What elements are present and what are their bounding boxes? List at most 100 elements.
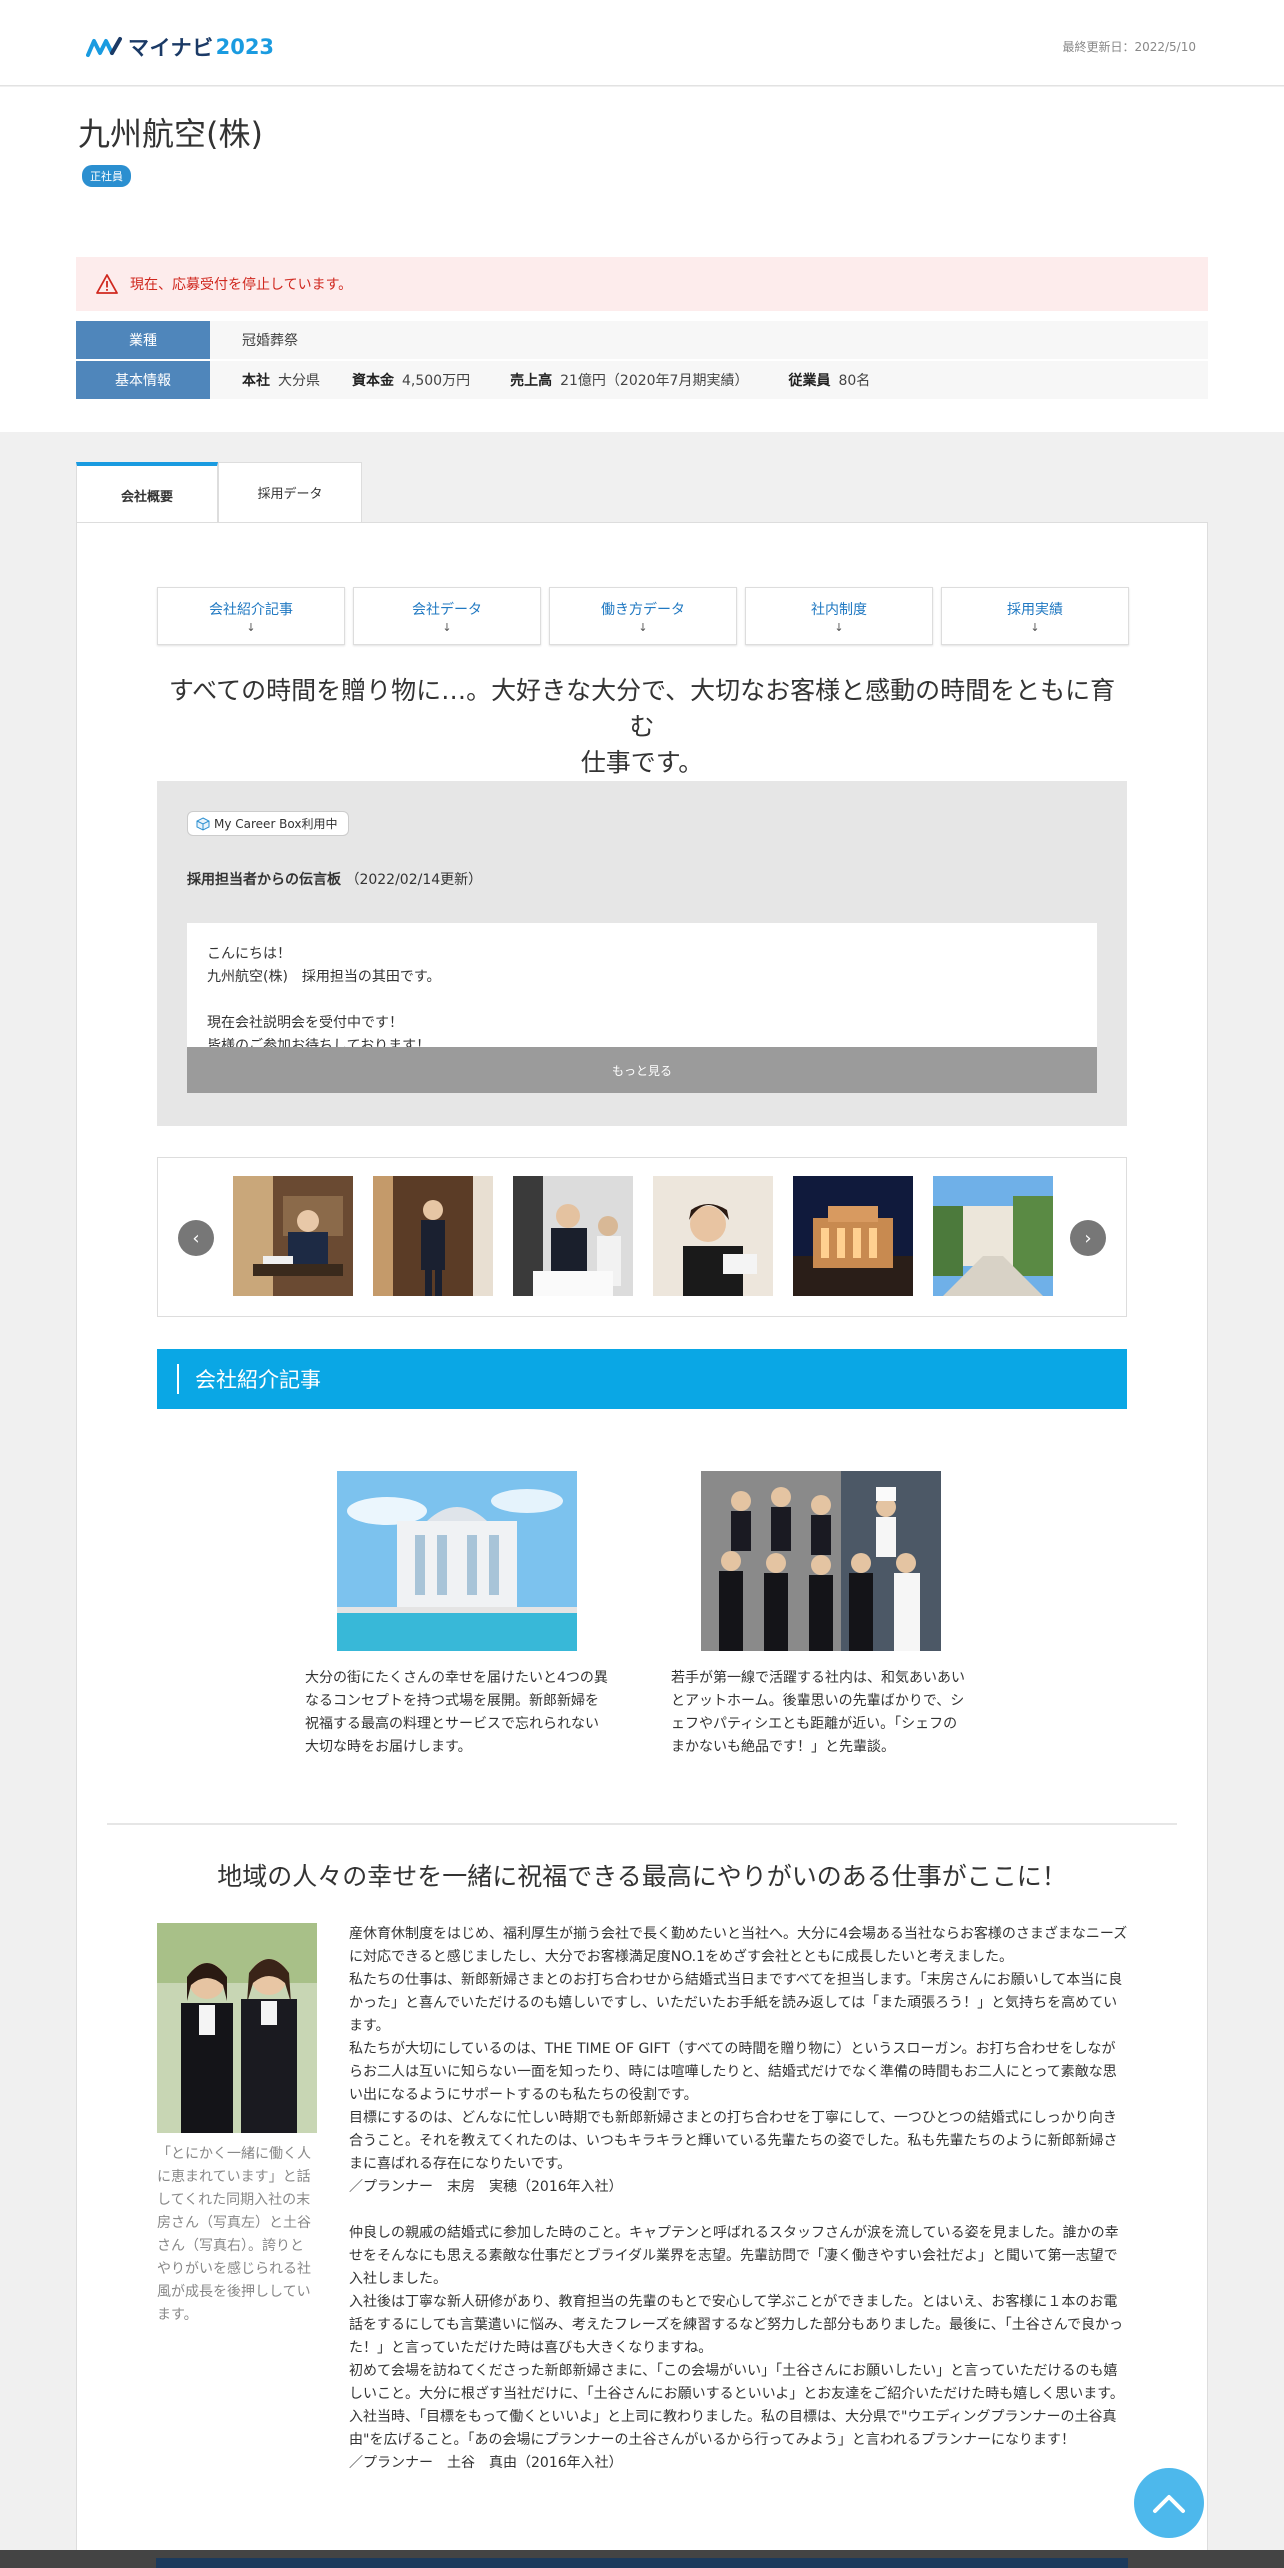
- arrow-down-icon: ↓: [1030, 620, 1040, 634]
- message-line-blank: [207, 989, 1077, 1012]
- story-paragraph: 入社後は丁寧な新人研修があり、教育担当の先輩のもとで安心して学ぶことができました…: [349, 2294, 1124, 2356]
- mynavi-logo-icon: [86, 37, 122, 57]
- warning-icon: [96, 274, 118, 294]
- story-paragraph: 私たちの仕事は、新郎新婦さまとのお打ち合わせから結婚式当日まですべてを担当します…: [349, 1972, 1123, 2034]
- footer-bar: [0, 2550, 1284, 2568]
- arrow-down-icon: ↓: [638, 620, 648, 634]
- article-image: [337, 1471, 577, 1651]
- slider-thumbnails: [233, 1176, 1073, 1296]
- last-updated: 最終更新日：2022/5/10: [1062, 40, 1196, 54]
- message-board: My Career Box利用中 採用担当者からの伝言板 （2022/02/14…: [157, 781, 1127, 1126]
- tab-company-overview[interactable]: 会社概要: [76, 462, 218, 524]
- article-card[interactable]: 大分の街にたくさんの幸せを届けたいと4つの異なるコンセプトを持つ式場を展開。新郎…: [305, 1471, 608, 1759]
- section-title: 会社紹介記事: [195, 1368, 321, 1392]
- footer-inner: [156, 2558, 1128, 2568]
- arrow-down-icon: ↓: [246, 620, 256, 634]
- industry-value: 冠婚葬祭: [242, 333, 298, 349]
- story-paragraph: 入社当時、「目標をもって働くといいよ」と上司に教わりました。私の目標は、大分県で…: [349, 2409, 1117, 2448]
- anchor-internal-systems[interactable]: 社内制度 ↓: [745, 587, 933, 645]
- alert-text: 現在、応募受付を停止しています。: [130, 277, 353, 293]
- section-divider: [107, 1823, 1177, 1825]
- story-paragraph: 仲良しの親戚の結婚式に参加した時のこと。キャプテンと呼ばれるスタッフさんが涙を流…: [349, 2225, 1119, 2287]
- info-key: 資本金: [352, 373, 394, 389]
- slider-photo[interactable]: [233, 1176, 353, 1296]
- slider-photo[interactable]: [793, 1176, 913, 1296]
- slider-next-button[interactable]: ›: [1070, 1220, 1106, 1256]
- article-image: [701, 1471, 941, 1651]
- company-overview-panel: 会社紹介記事 ↓ 会社データ ↓ 働き方データ ↓ 社内制度 ↓ 採用実績 ↓ すべての時…: [76, 522, 1208, 2552]
- story-signature: ／プランナー 土谷 真由（2016年入社）: [349, 2455, 623, 2471]
- slider-photo[interactable]: [653, 1176, 773, 1296]
- basic-info-headquarters: 本社 大分県: [242, 370, 320, 390]
- info-key: 本社: [242, 373, 270, 389]
- slider-photo[interactable]: [513, 1176, 633, 1296]
- story-signature: ／プランナー 末房 実穂（2016年入社）: [349, 2179, 623, 2195]
- page-tabs: 会社概要 採用データ: [76, 462, 362, 524]
- message-board-title: 採用担当者からの伝言板: [187, 872, 341, 888]
- basic-info-label: 基本情報: [76, 361, 210, 399]
- catch-copy-line: すべての時間を贈り物に…。大好きな大分で、大切なお客様と感動の時間をともに育む: [168, 676, 1116, 741]
- anchor-hiring-record[interactable]: 採用実績 ↓: [941, 587, 1129, 645]
- anchor-company-data[interactable]: 会社データ ↓: [353, 587, 541, 645]
- story-body: 産休育休制度をはじめ、福利厚生が揃う会社で長く勤めたいと当社へ。大分に4会場ある…: [349, 1923, 1129, 2475]
- company-name: 九州航空(株): [78, 115, 263, 153]
- info-value: 大分県: [278, 373, 320, 389]
- application-closed-alert: 現在、応募受付を停止しています。: [76, 257, 1208, 311]
- story-photo: [157, 1923, 317, 2133]
- chevron-up-icon: [1153, 2495, 1185, 2513]
- anchor-nav: 会社紹介記事 ↓ 会社データ ↓ 働き方データ ↓ 社内制度 ↓ 採用実績 ↓: [157, 587, 1137, 645]
- story-photo-caption: 「とにかく一緒に働く人に恵まれています」と話してくれた同期入社の末房さん（写真左…: [157, 2146, 311, 2323]
- basic-info-capital: 資本金 4,500万円: [352, 370, 470, 390]
- anchor-label: 働き方データ: [601, 601, 685, 618]
- anchor-company-articles[interactable]: 会社紹介記事 ↓: [157, 587, 345, 645]
- my-career-box-badge: My Career Box利用中: [187, 811, 349, 836]
- info-key: 従業員: [788, 373, 831, 389]
- tab-recruitment-data[interactable]: 採用データ: [218, 462, 362, 522]
- mynavi-logo[interactable]: マイナビ 2023: [86, 32, 274, 62]
- slider-photo[interactable]: [373, 1176, 493, 1296]
- box-icon: [196, 816, 210, 831]
- employment-type-badge: 正社員: [82, 165, 131, 187]
- message-line: 九州航空(株) 採用担当の其田です。: [207, 969, 441, 985]
- arrow-down-icon: ↓: [442, 620, 452, 634]
- article-card[interactable]: 若手が第一線で活躍する社内は、和気あいあいとアットホーム。後輩思いの先輩ばかりで…: [671, 1471, 971, 1759]
- info-value: 4,500万円: [402, 373, 471, 389]
- arrow-down-icon: ↓: [834, 620, 844, 634]
- anchor-label: 会社紹介記事: [209, 601, 293, 618]
- info-value: 21億円（2020年7月期実績）: [560, 373, 749, 389]
- logo-year: 2023: [215, 35, 275, 59]
- basic-info-sales: 売上高 21億円（2020年7月期実績）: [510, 370, 748, 390]
- photo-slider: ‹ ›: [157, 1157, 1127, 1317]
- message-line: 現在会社説明会を受付中です！: [207, 1015, 403, 1031]
- story-paragraph: 目標にするのは、どんなに忙しい時期でも新郎新婦さまとの打ち合わせを丁寧にして、一…: [349, 2110, 1118, 2172]
- back-to-top-button[interactable]: [1134, 2468, 1204, 2538]
- logo-text: マイナビ: [128, 36, 214, 60]
- company-head: 九州航空(株) 正社員 現在、応募受付を停止しています。 業種 冠婚葬祭 基本情…: [0, 87, 1284, 432]
- info-value: 80名: [838, 373, 871, 389]
- story-paragraph: 産休育休制度をはじめ、福利厚生が揃う会社で長く勤めたいと当社へ。大分に4会場ある…: [349, 1926, 1128, 1965]
- article-text: 若手が第一線で活躍する社内は、和気あいあいとアットホーム。後輩思いの先輩ばかりで…: [671, 1670, 965, 1755]
- info-key: 売上高: [510, 373, 553, 389]
- catch-copy: すべての時間を贈り物に…。大好きな大分で、大切なお客様と感動の時間をともに育む …: [157, 673, 1127, 781]
- story-paragraph: 初めて会場を訪ねてくださった新郎新婦さまに、「この会場がいい」「土谷さんにお願い…: [349, 2363, 1124, 2402]
- article-text: 大分の街にたくさんの幸せを届けたいと4つの異なるコンセプトを持つ式場を展開。新郎…: [305, 1670, 608, 1755]
- show-more-button[interactable]: もっと見る: [187, 1047, 1097, 1093]
- anchor-label: 採用実績: [1007, 601, 1063, 618]
- industry-label: 業種: [76, 321, 210, 359]
- site-header: マイナビ 2023 最終更新日：2022/5/10: [0, 0, 1284, 86]
- story-title: 地域の人々の幸せを一緒に祝福できる最高にやりがいのある仕事がここに！: [217, 1862, 1067, 1891]
- message-line: こんにちは！: [207, 946, 291, 962]
- message-board-updated: （2022/02/14更新）: [345, 872, 483, 888]
- badge-text: My Career Box利用中: [214, 817, 338, 831]
- anchor-workstyle-data[interactable]: 働き方データ ↓: [549, 587, 737, 645]
- anchor-label: 社内制度: [811, 601, 867, 618]
- basic-info-row: 基本情報 本社 大分県 資本金 4,500万円 売上高 21億円（2020年7月期実績…: [76, 361, 1208, 399]
- anchor-label: 会社データ: [412, 601, 482, 618]
- message-board-heading: 採用担当者からの伝言板 （2022/02/14更新）: [187, 869, 482, 889]
- basic-info-employees: 従業員 80名: [788, 370, 870, 390]
- slider-photo[interactable]: [933, 1176, 1053, 1296]
- section-heading-accent: [177, 1364, 179, 1394]
- slider-prev-button[interactable]: ‹: [178, 1220, 214, 1256]
- catch-copy-line: 仕事です。: [580, 748, 704, 777]
- story-gap: [349, 2199, 1129, 2222]
